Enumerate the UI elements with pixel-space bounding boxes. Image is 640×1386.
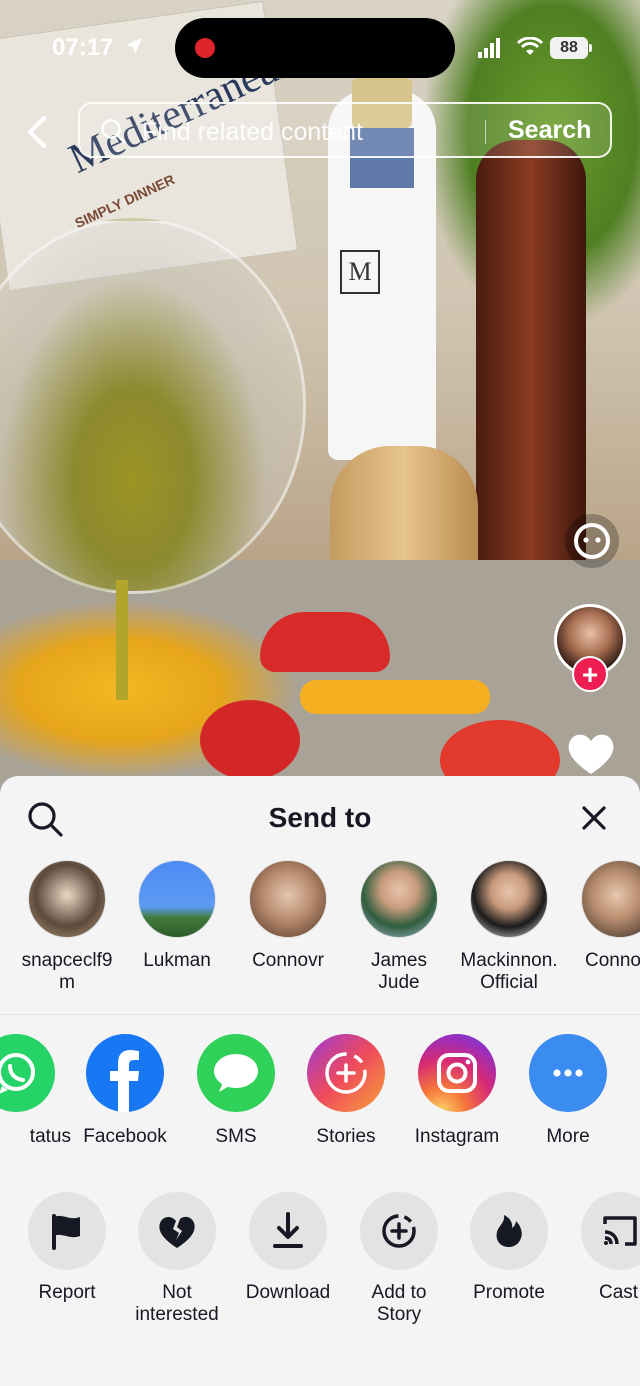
action-label: Promote <box>473 1282 545 1303</box>
avatar <box>581 860 640 938</box>
dynamic-island <box>175 18 455 78</box>
recording-dot-icon <box>195 38 215 58</box>
contact-item[interactable]: Connovr <box>233 860 343 972</box>
tomato-image <box>200 700 300 780</box>
avatar <box>28 860 106 938</box>
status-time: 07:17 <box>52 34 114 61</box>
add-story-icon <box>360 1192 438 1270</box>
contact-item[interactable]: Lukman <box>122 860 232 972</box>
share-app-instagram[interactable]: Instagram <box>402 1034 512 1148</box>
share-sheet: Send to snapceclf9 m Lukman Connovr Jame… <box>0 776 640 1386</box>
contact-item[interactable]: James Jude <box>344 860 454 994</box>
download-icon <box>249 1192 327 1270</box>
action-not-interested[interactable]: Not interested <box>122 1192 232 1326</box>
search-divider <box>485 120 486 144</box>
cast-icon <box>581 1192 640 1270</box>
share-app-stories[interactable]: Stories <box>291 1034 401 1148</box>
share-app-whatsapp[interactable]: tatus <box>0 1034 71 1148</box>
oil-pour-image <box>116 580 128 700</box>
share-app-sms[interactable]: SMS <box>181 1034 291 1148</box>
action-report[interactable]: Report <box>12 1192 122 1304</box>
more-icon <box>529 1034 607 1112</box>
broken-heart-icon <box>138 1192 216 1270</box>
contact-name: Connovr <box>252 950 324 971</box>
contact-name: snapceclf9 m <box>21 950 113 993</box>
contact-name: Mackinnon. Official <box>460 950 558 993</box>
bottle-logo: M <box>340 250 380 294</box>
battery-indicator: 88 <box>550 37 588 59</box>
chat-bubble-icon[interactable] <box>565 514 619 568</box>
location-arrow-icon <box>126 38 142 54</box>
share-app-more[interactable]: More <box>513 1034 623 1148</box>
search-button[interactable]: Search <box>508 116 591 145</box>
flag-icon <box>28 1192 106 1270</box>
contact-name: Lukman <box>143 950 211 971</box>
sms-icon <box>197 1034 275 1112</box>
whatsapp-icon <box>0 1034 55 1112</box>
avatar <box>249 860 327 938</box>
back-chevron-icon[interactable] <box>22 114 52 150</box>
facebook-icon <box>86 1034 164 1112</box>
follow-plus-button[interactable]: + <box>572 656 608 692</box>
contact-item[interactable]: Conno <box>565 860 640 972</box>
app-label: SMS <box>215 1126 257 1147</box>
action-label: Download <box>245 1282 331 1303</box>
stories-icon <box>307 1034 385 1112</box>
instagram-icon <box>418 1034 496 1112</box>
app-label: More <box>546 1126 590 1147</box>
contact-name: James Jude <box>371 950 427 993</box>
related-search-bar[interactable]: Search <box>78 102 612 158</box>
flame-icon <box>470 1192 548 1270</box>
action-promote[interactable]: Promote <box>454 1192 564 1304</box>
app-label: Stories <box>316 1126 376 1147</box>
contact-name: Conno <box>585 950 640 971</box>
app-label: tatus <box>29 1126 71 1147</box>
close-icon[interactable] <box>578 802 610 834</box>
heart-icon[interactable] <box>566 730 616 776</box>
status-bar: 07:17 88 <box>0 0 640 96</box>
contact-item[interactable]: Mackinnon. Official <box>454 860 564 994</box>
avatar <box>360 860 438 938</box>
action-download[interactable]: Download <box>233 1192 343 1304</box>
action-label: Report <box>38 1282 96 1303</box>
action-label: Cast <box>599 1282 639 1303</box>
tomato-image <box>260 612 390 672</box>
avatar <box>470 860 548 938</box>
contact-item[interactable]: snapceclf9 m <box>12 860 122 994</box>
glass-bowl-image <box>0 218 306 594</box>
sheet-divider <box>0 1014 640 1015</box>
sheet-title: Send to <box>268 802 372 833</box>
signal-icon <box>478 38 500 58</box>
action-label: Not interested <box>135 1282 219 1325</box>
pepper-slice-image <box>300 680 490 714</box>
battery-nub <box>589 44 592 52</box>
share-app-facebook[interactable]: Facebook <box>70 1034 180 1148</box>
app-label: Instagram <box>414 1126 500 1147</box>
search-input[interactable] <box>140 114 474 150</box>
avatar <box>138 860 216 938</box>
wifi-icon <box>517 37 543 55</box>
action-label: Add to Story <box>371 1282 427 1325</box>
action-add-to-story[interactable]: Add to Story <box>344 1192 454 1326</box>
app-label: Facebook <box>83 1126 167 1147</box>
action-cast[interactable]: Cast <box>565 1192 640 1304</box>
pepper-grinder-image <box>476 140 586 572</box>
search-icon <box>101 119 126 144</box>
